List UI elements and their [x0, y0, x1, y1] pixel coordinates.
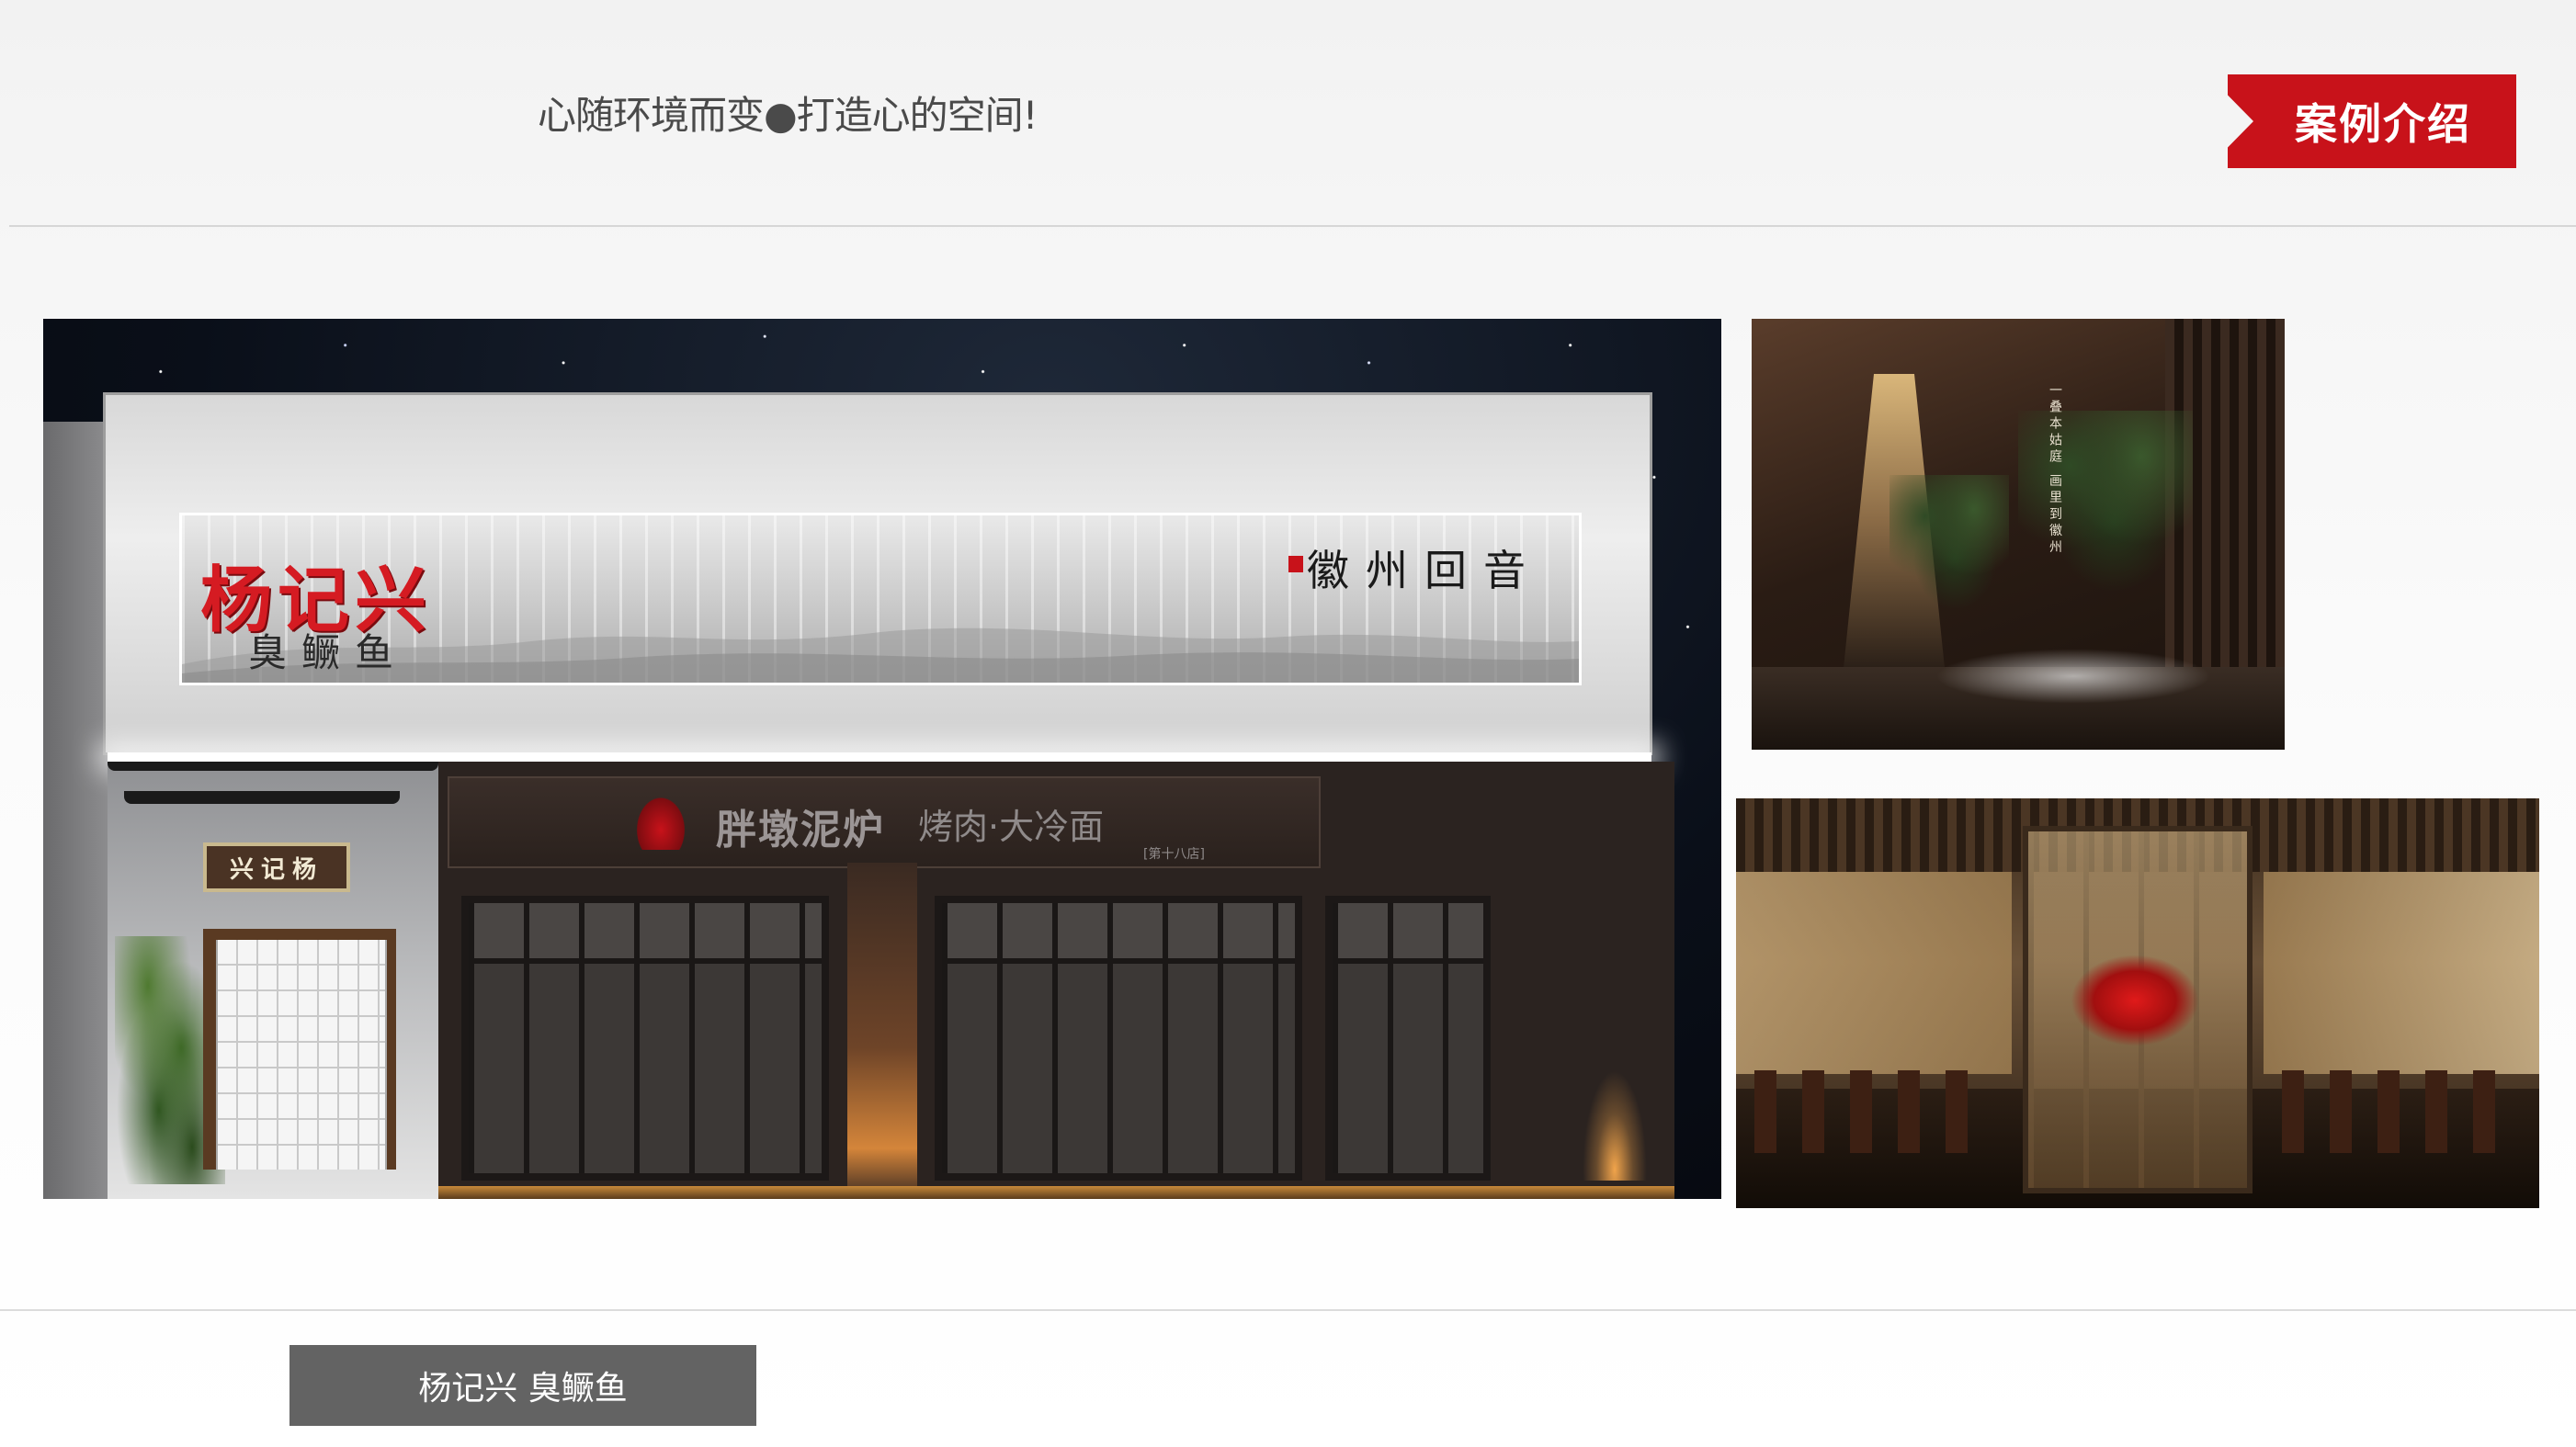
signboard-frame: 杨记兴 臭鳜鱼 徽州回音 [103, 392, 1652, 755]
courtyard-photo: 一叠本姑庭 画里到徽州 [1752, 319, 2285, 750]
dining-hall-photo [1736, 798, 2539, 1208]
case-intro-badge: 案例介绍 [2228, 74, 2516, 168]
bottom-divider [0, 1309, 2576, 1311]
led-light-strip [108, 752, 1651, 762]
backlit-wall-left [1736, 872, 2012, 1074]
signboard-panel: 杨记兴 臭鳜鱼 徽州回音 [179, 513, 1582, 685]
entrance-door [216, 940, 387, 1170]
brand-subtitle: 臭鳜鱼 [248, 630, 409, 675]
dining-chairs-left [1754, 1070, 1993, 1153]
shop-sign-band: 胖墩泥炉 烤肉·大冷面 [第十八店] [448, 776, 1321, 868]
neighbor-building [43, 422, 108, 1199]
calligraphy-text: 徽州回音 [1307, 546, 1542, 595]
shop-tagline: 烤肉·大冷面 [918, 807, 1105, 847]
entrance-block: 兴记杨 [108, 762, 438, 1199]
door-plaque: 兴记杨 [203, 842, 350, 892]
shop-note: [第十八店] [1143, 847, 1205, 862]
case-caption: 杨记兴 臭鳜鱼 [289, 1345, 756, 1426]
backlit-wall-right [2264, 872, 2539, 1074]
dining-chairs-right [2282, 1070, 2521, 1153]
bonsai-pine [1889, 475, 2009, 613]
mist-effect [1935, 649, 2211, 704]
top-divider [9, 225, 2576, 227]
red-flower-arrangement [2071, 955, 2199, 1046]
lit-pillar [847, 863, 917, 1199]
shop-window [461, 896, 829, 1181]
shop-window [935, 896, 1302, 1181]
red-seal [1288, 556, 1303, 572]
door-eave [124, 791, 400, 804]
shop-name: 胖墩泥炉 [716, 807, 885, 854]
shop-door [1325, 896, 1491, 1181]
uplight-glow [1583, 1070, 1647, 1181]
case-intro-label: 案例介绍 [2295, 99, 2471, 149]
flame-logo-icon [633, 793, 688, 850]
shopfront-block: 胖墩泥炉 烤肉·大冷面 [第十八店] [438, 762, 1674, 1199]
bonsai-pine [2018, 411, 2193, 594]
wall-calligraphy: 一叠本姑庭 画里到徽州 [2048, 383, 2062, 557]
roof-eave [108, 762, 438, 771]
entrance-door-frame [203, 929, 396, 1170]
floor-light [438, 1186, 1674, 1199]
storefront-photo: 杨记兴 臭鳜鱼 徽州回音 兴记杨 胖墩泥炉 烤肉·大冷面 [第十八店] [43, 319, 1721, 1199]
slogan-text: 心随环境而变●打造心的空间! [538, 93, 1038, 138]
